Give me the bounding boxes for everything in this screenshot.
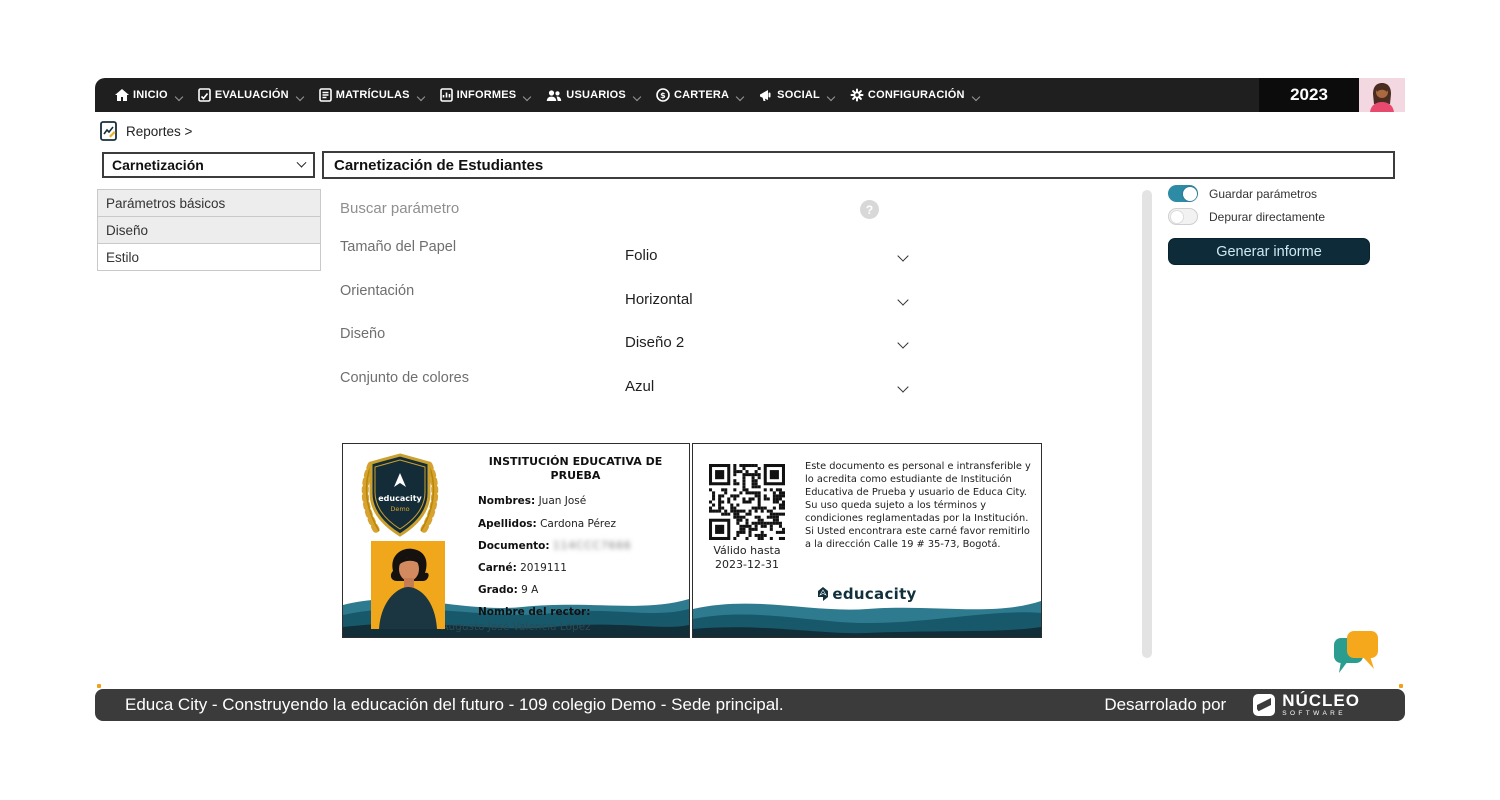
qr-code (709, 464, 785, 544)
search-param-label: Buscar parámetro (340, 200, 459, 217)
id-card-front-preview: educacity Demo INSTITUCIÓN EDUCATIVA DE … (342, 443, 690, 638)
reports-icon (440, 88, 453, 102)
nav-item-cartera[interactable]: $ CARTERA (650, 88, 735, 102)
nav-menu: INICIO EVALUACIÓN MATRÍCULAS INFORMES US… (95, 78, 1259, 112)
report-type-select[interactable]: Carnetización (102, 152, 315, 178)
toggle-knob (1170, 210, 1184, 224)
card-disclaimer: Este documento es personal e intransferi… (805, 460, 1033, 551)
page: INICIO EVALUACIÓN MATRÍCULAS INFORMES US… (0, 0, 1500, 800)
educacity-brand: educacity (693, 585, 1041, 603)
sidebar-item-parametros-basicos[interactable]: Parámetros básicos (97, 189, 321, 217)
nucleo-logo: NÚCLEO SOFTWARE (1252, 692, 1360, 718)
wallet-icon: $ (656, 88, 670, 102)
card-field-grado: Grado: 9 A (478, 584, 538, 596)
orientation-select[interactable]: Horizontal (625, 291, 907, 308)
sidebar: Parámetros básicos Diseño Estilo (97, 190, 321, 271)
orientation-label: Orientación (340, 283, 414, 299)
svg-text:Demo: Demo (390, 505, 409, 513)
nav-item-matriculas[interactable]: MATRÍCULAS (313, 88, 416, 102)
home-icon (115, 89, 129, 102)
enrollment-icon (319, 88, 332, 102)
chevron-down-icon (175, 93, 183, 101)
card-field-carne: Carné: 2019111 (478, 562, 567, 574)
nucleo-logo-icon (1252, 693, 1276, 717)
valid-until: Válido hasta 2023-12-31 (693, 544, 801, 572)
footer: Educa City - Construyendo la educación d… (95, 689, 1405, 721)
breadcrumb-label: Reportes > (126, 124, 192, 139)
svg-text:$: $ (660, 91, 666, 100)
chevron-down-icon (633, 93, 641, 101)
year-badge: 2023 (1259, 78, 1359, 112)
chevron-down-icon (416, 93, 424, 101)
gear-icon (850, 88, 864, 102)
user-avatar-illustration (1365, 80, 1399, 112)
evaluation-icon (198, 88, 211, 102)
id-card-back-preview: Válido hasta 2023-12-31 Este documento e… (692, 443, 1042, 638)
chevron-down-icon (736, 93, 744, 101)
nucleo-brand-name: NÚCLEO (1282, 692, 1360, 709)
card-field-documento: Documento: 114CCC7666 (478, 540, 632, 552)
chevron-down-icon (297, 157, 307, 167)
nav-item-inicio[interactable]: INICIO (109, 89, 174, 102)
design-select[interactable]: Diseño 2 (625, 334, 907, 351)
chevron-down-icon (897, 337, 908, 348)
svg-text:educacity: educacity (378, 494, 422, 503)
sidebar-item-diseno[interactable]: Diseño (97, 216, 321, 244)
school-shield-logo: educacity Demo (355, 449, 445, 548)
page-title: Carnetización de Estudiantes (322, 151, 1395, 179)
chevron-down-icon (523, 93, 531, 101)
paper-size-label: Tamaño del Papel (340, 239, 456, 255)
report-type-value: Carnetización (112, 157, 204, 173)
nav-item-informes[interactable]: INFORMES (434, 88, 523, 102)
help-icon[interactable]: ? (860, 200, 879, 219)
chat-widget-icon[interactable] (1332, 629, 1380, 681)
top-navbar: INICIO EVALUACIÓN MATRÍCULAS INFORMES US… (95, 78, 1405, 112)
breadcrumb[interactable]: Reportes > (100, 121, 192, 141)
toggle-knob (1183, 187, 1197, 201)
depurar-directamente-toggle[interactable] (1168, 208, 1198, 225)
footer-accent-dot (1399, 684, 1403, 688)
chat-bubble-yellow (1347, 631, 1378, 669)
users-icon (546, 89, 562, 102)
nucleo-brand-sub: SOFTWARE (1282, 711, 1360, 718)
rector-label: Nombre del rector: (478, 606, 590, 618)
chevron-down-icon (897, 250, 908, 261)
card-field-nombres: Nombres: Juan José (478, 495, 586, 507)
megaphone-icon (759, 89, 773, 102)
school-name: INSTITUCIÓN EDUCATIVA DE PRUEBA (473, 455, 678, 484)
paper-size-select[interactable]: Folio (625, 247, 907, 264)
nav-item-evaluacion[interactable]: EVALUACIÓN (192, 88, 295, 102)
chevron-down-icon (295, 93, 303, 101)
developed-by-label: Desarrolado por (1104, 695, 1226, 715)
educacity-logo-icon (817, 587, 829, 601)
design-label: Diseño (340, 326, 385, 342)
student-photo (371, 541, 445, 633)
avatar[interactable] (1359, 78, 1405, 112)
footer-text: Educa City - Construyendo la educación d… (125, 695, 784, 715)
nav-item-configuracion[interactable]: CONFIGURACIÓN (844, 88, 971, 102)
guardar-parametros-row: Guardar parámetros (1168, 185, 1317, 202)
sidebar-item-estilo[interactable]: Estilo (97, 243, 321, 271)
nav-item-usuarios[interactable]: USUARIOS (540, 89, 632, 102)
reports-breadcrumb-icon (100, 121, 117, 141)
footer-accent-dot (97, 684, 101, 688)
nav-item-social[interactable]: SOCIAL (753, 89, 826, 102)
card-field-apellidos: Apellidos: Cardona Pérez (478, 518, 616, 530)
guardar-parametros-toggle[interactable] (1168, 185, 1198, 202)
generate-report-button[interactable]: Generar informe (1168, 238, 1370, 265)
chevron-down-icon (971, 93, 979, 101)
color-set-select[interactable]: Azul (625, 378, 907, 395)
scrollbar[interactable] (1142, 190, 1152, 658)
chevron-down-icon (897, 381, 908, 392)
chevron-down-icon (897, 294, 908, 305)
depurar-directamente-row: Depurar directamente (1168, 208, 1325, 225)
color-set-label: Conjunto de colores (340, 370, 469, 386)
chevron-down-icon (827, 93, 835, 101)
